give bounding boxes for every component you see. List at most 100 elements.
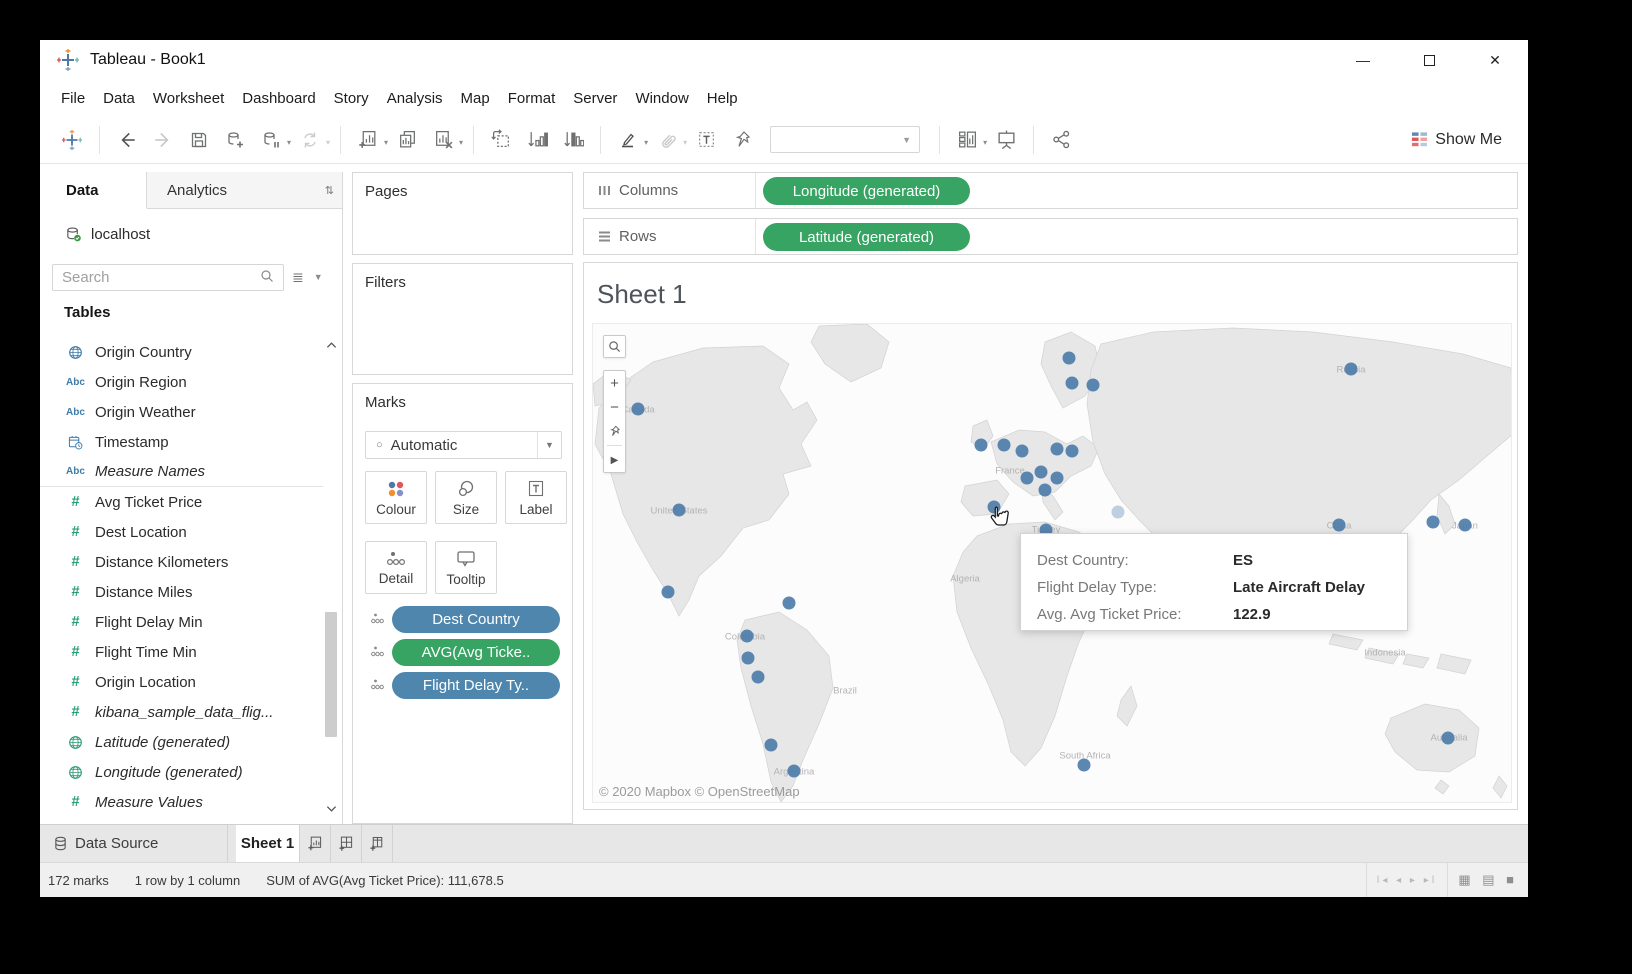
map-mark[interactable] bbox=[1066, 445, 1079, 458]
minimize-button[interactable]: — bbox=[1330, 40, 1396, 80]
tooltip-button[interactable]: Tooltip bbox=[435, 541, 497, 594]
map-mark[interactable] bbox=[1016, 445, 1029, 458]
size-button[interactable]: Size bbox=[435, 471, 497, 524]
data-source-connection[interactable]: localhost bbox=[40, 218, 150, 250]
map-mark[interactable] bbox=[783, 597, 796, 610]
colour-button[interactable]: Colour bbox=[365, 471, 427, 524]
map-mark[interactable] bbox=[742, 652, 755, 665]
map-mark[interactable] bbox=[975, 439, 988, 452]
map-mark[interactable] bbox=[752, 671, 765, 684]
map-mark[interactable] bbox=[1066, 377, 1079, 390]
map-mark[interactable] bbox=[1333, 519, 1346, 532]
map-mark[interactable] bbox=[765, 739, 778, 752]
maximize-button[interactable] bbox=[1396, 40, 1462, 80]
highlight-icon[interactable] bbox=[613, 124, 643, 156]
clear-sheet-icon[interactable] bbox=[428, 124, 458, 156]
view-toggle-icons[interactable]: ▦ ▤ ■ bbox=[1458, 872, 1518, 888]
undo-icon[interactable] bbox=[112, 124, 142, 156]
redo-icon[interactable] bbox=[148, 124, 178, 156]
field-measure-values[interactable]: #Measure Values bbox=[40, 787, 323, 817]
map-mark[interactable] bbox=[1112, 506, 1125, 519]
menu-item-worksheet[interactable]: Worksheet bbox=[144, 80, 233, 116]
close-button[interactable]: ✕ bbox=[1462, 40, 1528, 80]
map-pin-button[interactable] bbox=[604, 419, 625, 443]
map-mark[interactable] bbox=[1039, 484, 1052, 497]
zoom-out-button[interactable]: − bbox=[604, 395, 625, 419]
sort-fields-icon[interactable]: ⇅ bbox=[325, 184, 334, 197]
map-mark[interactable] bbox=[1345, 363, 1358, 376]
scroll-down-icon[interactable] bbox=[323, 801, 339, 817]
sort-descending-icon[interactable] bbox=[558, 124, 588, 156]
zoom-in-button[interactable]: + bbox=[604, 371, 625, 395]
menu-item-data[interactable]: Data bbox=[94, 80, 144, 116]
field-distance-miles[interactable]: #Distance Miles bbox=[40, 577, 323, 607]
field-options-caret-icon[interactable]: ▼ bbox=[314, 272, 323, 282]
new-data-source-icon[interactable] bbox=[220, 124, 250, 156]
field-origin-weather[interactable]: AbcOrigin Weather bbox=[40, 397, 323, 427]
menu-item-window[interactable]: Window bbox=[626, 80, 697, 116]
show-me-button[interactable]: Show Me bbox=[1411, 131, 1502, 149]
presentation-mode-icon[interactable] bbox=[991, 124, 1021, 156]
columns-pill[interactable]: Longitude (generated) bbox=[763, 177, 970, 205]
data-source-tab[interactable]: Data Source bbox=[40, 825, 228, 862]
field-kibana-sample-data-flig[interactable]: #kibana_sample_data_flig... bbox=[40, 697, 323, 727]
map-mark[interactable] bbox=[1078, 759, 1091, 772]
map-mark[interactable] bbox=[741, 630, 754, 643]
detail-button[interactable]: Detail bbox=[365, 541, 427, 594]
search-input[interactable] bbox=[52, 264, 284, 291]
field-avg-ticket-price[interactable]: #Avg Ticket Price bbox=[40, 487, 323, 517]
map-mark[interactable] bbox=[998, 439, 1011, 452]
cards-caret-icon[interactable]: ▾ bbox=[983, 138, 987, 147]
fix-axes-pin-icon[interactable] bbox=[727, 124, 757, 156]
sidebar-scrollbar[interactable] bbox=[323, 337, 339, 817]
map-search-button[interactable] bbox=[603, 335, 626, 358]
share-icon[interactable] bbox=[1046, 124, 1076, 156]
filters-card[interactable]: Filters bbox=[352, 263, 573, 375]
sort-ascending-icon[interactable] bbox=[522, 124, 552, 156]
pages-card[interactable]: Pages bbox=[352, 172, 573, 255]
menu-item-server[interactable]: Server bbox=[564, 80, 626, 116]
map-mark[interactable] bbox=[1051, 443, 1064, 456]
rows-shelf[interactable]: Rows Latitude (generated) bbox=[583, 218, 1518, 255]
map-mark[interactable] bbox=[1459, 519, 1472, 532]
menu-item-file[interactable]: File bbox=[52, 80, 94, 116]
menu-item-story[interactable]: Story bbox=[325, 80, 378, 116]
map-mark[interactable] bbox=[632, 403, 645, 416]
tableau-home-icon[interactable] bbox=[57, 124, 87, 156]
new-story-tab-button[interactable] bbox=[362, 825, 393, 862]
field-timestamp[interactable]: Timestamp bbox=[40, 427, 323, 457]
map-mark[interactable] bbox=[1063, 352, 1076, 365]
menu-item-analysis[interactable]: Analysis bbox=[378, 80, 452, 116]
scroll-up-icon[interactable] bbox=[323, 337, 339, 353]
field-origin-region[interactable]: AbcOrigin Region bbox=[40, 367, 323, 397]
menu-item-dashboard[interactable]: Dashboard bbox=[233, 80, 324, 116]
new-worksheet-tab-button[interactable] bbox=[300, 825, 331, 862]
new-worksheet-caret-icon[interactable]: ▾ bbox=[384, 138, 388, 147]
clear-sheet-caret-icon[interactable]: ▾ bbox=[459, 138, 463, 147]
map-mark[interactable] bbox=[662, 586, 675, 599]
field-measure-names[interactable]: AbcMeasure Names bbox=[40, 457, 323, 487]
field-dest-location[interactable]: #Dest Location bbox=[40, 517, 323, 547]
map-mark[interactable] bbox=[1087, 379, 1100, 392]
menu-item-help[interactable]: Help bbox=[698, 80, 747, 116]
group-members-icon[interactable] bbox=[652, 124, 682, 156]
map-mark[interactable] bbox=[1021, 472, 1034, 485]
menu-item-map[interactable]: Map bbox=[452, 80, 499, 116]
pause-auto-updates-icon[interactable] bbox=[256, 124, 286, 156]
new-worksheet-icon[interactable] bbox=[353, 124, 383, 156]
scrollbar-thumb[interactable] bbox=[325, 612, 337, 737]
rows-pill[interactable]: Latitude (generated) bbox=[763, 223, 970, 251]
view-as-list-icon[interactable]: ≣ bbox=[292, 269, 304, 286]
highlight-caret-icon[interactable]: ▾ bbox=[644, 138, 648, 147]
map-mark[interactable] bbox=[788, 765, 801, 778]
field-origin-location[interactable]: #Origin Location bbox=[40, 667, 323, 697]
duplicate-sheet-icon[interactable] bbox=[392, 124, 422, 156]
map-mark[interactable] bbox=[1427, 516, 1440, 529]
map-mark[interactable] bbox=[673, 504, 686, 517]
field-latitude-generated[interactable]: Latitude (generated) bbox=[40, 727, 323, 757]
mark-type-caret-icon[interactable]: ▼ bbox=[537, 432, 561, 458]
field-longitude-generated[interactable]: Longitude (generated) bbox=[40, 757, 323, 787]
marks-pill-flight-delay-ty[interactable]: Flight Delay Ty.. bbox=[392, 672, 560, 699]
show-hide-cards-icon[interactable] bbox=[952, 124, 982, 156]
marks-pill-dest-country[interactable]: Dest Country bbox=[392, 606, 560, 633]
